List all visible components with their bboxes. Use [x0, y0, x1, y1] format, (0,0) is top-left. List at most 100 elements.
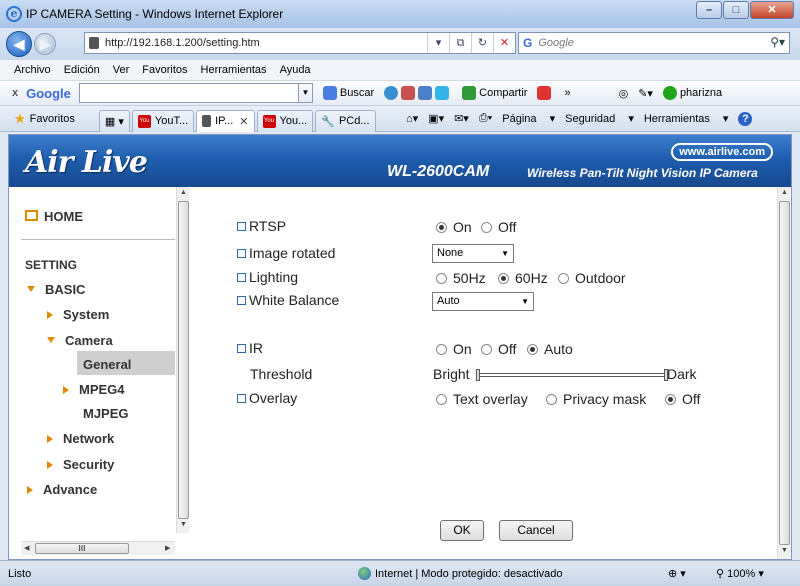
image-rotated-select[interactable]: None ▼ [432, 244, 514, 263]
zoom-label: 100% [727, 568, 756, 580]
scroll-thumb[interactable] [779, 201, 790, 545]
google-search-input[interactable] [78, 83, 299, 103]
scroll-up-icon[interactable]: ▲ [180, 189, 187, 196]
divider [21, 239, 175, 240]
option-label: On [453, 341, 472, 357]
compatibility-icon[interactable]: ⧉ [449, 33, 471, 53]
maximize-button[interactable]: □ [723, 1, 749, 19]
wifi-icon[interactable]: ◎ [619, 87, 629, 100]
search-input[interactable]: G Google ⚲▾ [518, 32, 790, 54]
stop-icon[interactable]: ✕ [493, 33, 515, 53]
mail-icon[interactable]: ✉▾ [454, 112, 469, 125]
sidebar-item-camera[interactable]: Camera [47, 333, 113, 348]
window-controls: – □ ✕ [695, 1, 794, 19]
ir-on-radio[interactable]: On [436, 341, 472, 357]
close-toolbar-icon[interactable]: x [12, 87, 18, 99]
white-balance-select[interactable]: Auto ▼ [432, 292, 534, 311]
sidebar-item-security[interactable]: Security [47, 457, 114, 472]
tab-youtube-2[interactable]: You You... [256, 109, 314, 132]
slider-handle[interactable] [476, 369, 480, 381]
compartir-button[interactable]: Compartir [462, 86, 527, 100]
sidebar-horizontal-scrollbar[interactable]: ◀ III ▶ [21, 541, 175, 555]
zoom-level[interactable]: ⚲ 100% ▾ [716, 567, 764, 580]
scroll-down-icon[interactable]: ▼ [180, 521, 187, 528]
feeds-icon[interactable]: ▣▾ [428, 112, 444, 125]
sidebar-item-mpeg4[interactable]: MPEG4 [63, 382, 125, 397]
more-button[interactable]: » [564, 87, 570, 99]
lighting-50hz-radio[interactable]: 50Hz [436, 270, 486, 286]
scroll-thumb[interactable] [178, 201, 189, 519]
search-placeholder: Google [538, 37, 574, 49]
overlay-text-radio[interactable]: Text overlay [436, 391, 528, 407]
ir-auto-radio[interactable]: Auto [527, 341, 573, 357]
wrench-icon[interactable]: ✎▾ [638, 87, 653, 100]
tab-pcd[interactable]: 🔧 PCd... [315, 109, 376, 132]
threshold-slider[interactable] [476, 369, 668, 381]
radio-icon [546, 393, 557, 405]
cancel-button[interactable]: Cancel [499, 520, 573, 541]
sidebar-vertical-scrollbar[interactable]: ▲ ▼ [176, 187, 189, 533]
security-zone[interactable]: Internet | Modo protegido: desactivado [358, 567, 563, 580]
sidebar-item-basic[interactable]: BASIC [27, 282, 85, 297]
menu-ver[interactable]: Ver [113, 64, 130, 76]
chevron-down-icon[interactable]: ▼ [298, 83, 313, 103]
sidebar-item-home[interactable]: HOME [25, 209, 83, 224]
overlay-off-radio[interactable]: Off [665, 391, 700, 407]
airlive-url[interactable]: www.airlive.com [671, 143, 773, 161]
mail-icon [401, 86, 416, 100]
scroll-thumb[interactable]: III [35, 543, 129, 554]
lighting-60hz-radio[interactable]: 60Hz [498, 270, 548, 286]
airlive-logo: Air Live [25, 145, 148, 180]
url-field[interactable]: http://192.168.1.200/setting.htm ▾ ⧉ ↻ ✕ [84, 32, 516, 54]
overlay-text: Overlay [249, 390, 298, 406]
forward-button[interactable]: ▶ [34, 33, 56, 55]
close-button[interactable]: ✕ [750, 1, 794, 19]
ok-button[interactable]: OK [440, 520, 484, 541]
menu-favoritos[interactable]: Favoritos [142, 64, 187, 76]
page-vertical-scrollbar[interactable]: ▲ ▼ [777, 187, 790, 559]
back-button[interactable]: ◀ [6, 31, 32, 57]
home-icon[interactable]: ⌂▾ [406, 112, 418, 125]
help-icon[interactable]: ? [738, 111, 753, 126]
menu-herramientas[interactable]: Herramientas [201, 64, 267, 76]
tab-ip-camera[interactable]: IP... ✕ [196, 109, 255, 132]
dropdown-icon[interactable]: ▾ [427, 33, 449, 53]
quick-tabs-button[interactable]: ▦ ▾ [98, 109, 130, 132]
print-icon[interactable]: ⎙▾ [479, 112, 492, 125]
favoritos-button[interactable]: Favoritos [30, 113, 75, 125]
protected-mode-icon[interactable]: ⊕ ▾ [668, 567, 686, 580]
rtsp-off-radio[interactable]: Off [481, 219, 516, 235]
toolbar-icons[interactable] [384, 86, 452, 100]
buscar-button[interactable]: Buscar [322, 86, 374, 100]
rtsp-on-radio[interactable]: On [436, 219, 472, 235]
search-icon[interactable]: ⚲▾ [770, 35, 785, 49]
close-tab-icon[interactable]: ✕ [239, 115, 248, 128]
menu-edicion[interactable]: Edición [64, 64, 100, 76]
sidebar-item-system[interactable]: System [47, 307, 109, 322]
sidebar-item-mjpeg[interactable]: MJPEG [83, 406, 129, 421]
scroll-up-icon[interactable]: ▲ [781, 189, 788, 196]
sidebar-item-network[interactable]: Network [47, 431, 114, 446]
zoom-icon: ⚲ [716, 568, 725, 580]
tab-youtube-1[interactable]: You YouT... [131, 109, 195, 132]
minimize-button[interactable]: – [696, 1, 722, 19]
sidebar-item-general[interactable]: General [83, 357, 131, 372]
refresh-icon[interactable]: ↻ [471, 33, 493, 53]
menu-ayuda[interactable]: Ayuda [280, 64, 311, 76]
scroll-left-icon[interactable]: ◀ [24, 544, 29, 552]
seguridad-menu[interactable]: Seguridad ▾ [565, 112, 634, 125]
overlay-privacy-radio[interactable]: Privacy mask [546, 391, 646, 407]
pagina-menu[interactable]: Página ▾ [502, 112, 555, 125]
scroll-down-icon[interactable]: ▼ [781, 547, 788, 554]
user-button[interactable]: pharizna [662, 86, 722, 100]
threshold-label: Threshold [250, 366, 313, 382]
herramientas-menu[interactable]: Herramientas ▾ [644, 112, 729, 125]
sidebar-item-advance[interactable]: Advance [27, 482, 97, 497]
scroll-right-icon[interactable]: ▶ [165, 544, 170, 552]
white-balance-text: White Balance [249, 292, 340, 308]
ir-off-radio[interactable]: Off [481, 341, 516, 357]
address-bar: ◀ ▶ http://192.168.1.200/setting.htm ▾ ⧉… [0, 28, 800, 60]
popup-blocker-icon[interactable] [537, 86, 554, 100]
lighting-outdoor-radio[interactable]: Outdoor [558, 270, 626, 286]
menu-archivo[interactable]: Archivo [14, 64, 51, 76]
